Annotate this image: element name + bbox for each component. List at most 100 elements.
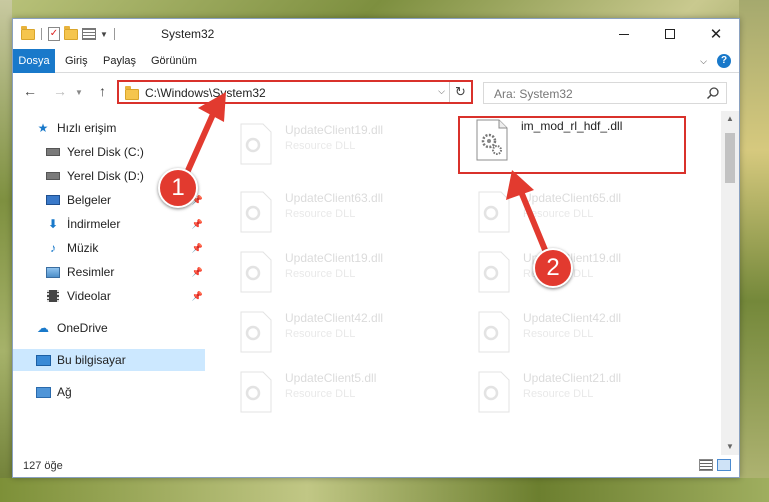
view-buttons — [699, 459, 731, 471]
window-title: System32 — [161, 27, 215, 41]
file-name: UpdateClient63.dll — [285, 191, 384, 205]
properties-check-icon[interactable]: ✓ — [48, 27, 60, 41]
sidebar-item-quick-access[interactable]: ★ Hızlı erişim — [13, 117, 205, 139]
file-item[interactable]: UpdateClient42.dll Resource DLL — [471, 307, 691, 359]
forward-arrow-icon[interactable]: → — [53, 83, 67, 99]
sidebar-item-this-pc[interactable]: Bu bilgisayar — [13, 349, 205, 371]
file-item[interactable]: UpdateClient65.dll Resource DLL — [471, 187, 691, 239]
scroll-down-icon[interactable]: ▼ — [721, 439, 739, 455]
recent-locations-chevron-down-icon[interactable]: ▼ — [75, 88, 83, 97]
pin-icon[interactable]: 📌 — [192, 291, 203, 302]
folder-icon — [21, 25, 35, 40]
help-icon[interactable]: ? — [717, 54, 731, 68]
ribbon-controls: ⌵ ? — [700, 54, 731, 68]
toolbar-separator — [41, 28, 42, 40]
file-name: UpdateClient19.dll — [285, 251, 384, 265]
videos-icon — [47, 290, 59, 302]
tab-share[interactable]: Paylaş — [95, 49, 144, 73]
documents-icon — [46, 195, 60, 205]
search-box[interactable]: Ara: System32 — [483, 82, 727, 104]
wallpaper-bottom — [0, 478, 769, 502]
file-type: Resource DLL — [523, 328, 594, 340]
pin-icon[interactable]: 📌 — [192, 219, 203, 230]
expand-ribbon-chevron-down-icon[interactable]: ⌵ — [700, 56, 707, 67]
file-item[interactable]: UpdateClient19.dll Resource DLL — [233, 247, 453, 299]
sidebar-item-label: Hızlı erişim — [57, 121, 117, 135]
sidebar-item-label: Yerel Disk (C:) — [67, 145, 144, 159]
sidebar-item-label: Müzik — [67, 241, 99, 255]
sidebar-item-music[interactable]: ♪ Müzik 📌 — [13, 237, 205, 259]
folder-icon — [125, 86, 139, 100]
dll-file-icon — [240, 251, 272, 293]
file-name: UpdateClient65.dll — [523, 191, 622, 205]
file-item[interactable]: UpdateClient19.dll Resource DLL — [233, 119, 453, 171]
minimize-button[interactable] — [601, 19, 647, 49]
refresh-icon[interactable]: ↻ — [449, 82, 471, 102]
sidebar-item-network[interactable]: Ağ — [13, 381, 205, 403]
this-pc-icon — [35, 354, 51, 366]
drive-icon-wrap — [45, 145, 61, 159]
vertical-scrollbar[interactable]: ▲ ▼ — [721, 111, 739, 455]
tab-home[interactable]: Giriş — [57, 49, 96, 73]
file-name: UpdateClient42.dll — [285, 311, 384, 325]
sidebar-item-label: OneDrive — [57, 321, 108, 335]
sidebar-item-label: Ağ — [57, 385, 72, 399]
navigation-bar: ← → ▼ ↑ C:\Windows\System32 ⌵ ↻ Ara: Sys… — [13, 77, 739, 107]
navigation-pane: ★ Hızlı erişim Yerel Disk (C:) Yerel Dis… — [13, 111, 207, 455]
file-name: UpdateClient42.dll — [523, 311, 622, 325]
maximize-icon — [665, 29, 675, 39]
maximize-button[interactable] — [647, 19, 693, 49]
sidebar-item-pictures[interactable]: Resimler 📌 — [13, 261, 205, 283]
step-1-badge: 1 — [158, 168, 198, 208]
search-input[interactable]: Ara: System32 — [494, 87, 573, 101]
file-type: Resource DLL — [285, 328, 356, 340]
close-button[interactable]: ✕ — [693, 19, 739, 49]
search-icon[interactable] — [706, 86, 720, 100]
file-item[interactable]: UpdateClient63.dll Resource DLL — [233, 187, 453, 239]
this-pc-icon-wrap — [35, 353, 51, 367]
drive-icon-wrap — [45, 169, 61, 183]
file-item[interactable]: UpdateClient21.dll Resource DLL — [471, 367, 691, 419]
file-type: Resource DLL — [285, 208, 356, 220]
tab-file[interactable]: Dosya — [13, 49, 55, 73]
address-path[interactable]: C:\Windows\System32 — [145, 86, 266, 100]
dll-file-icon — [478, 371, 510, 413]
sidebar-item-label: Bu bilgisayar — [57, 353, 126, 367]
sidebar-item-label: Videolar — [67, 289, 111, 303]
toolbar-separator — [113, 28, 115, 40]
dll-file-icon — [240, 123, 272, 165]
onedrive-icon: ☁ — [37, 321, 49, 335]
pin-icon[interactable]: 📌 — [192, 267, 203, 278]
customize-toolbar-chevron-down-icon[interactable]: ▼ — [100, 30, 108, 39]
dll-file-icon — [478, 251, 510, 293]
dll-file-icon — [240, 191, 272, 233]
tab-view[interactable]: Görünüm — [143, 49, 205, 73]
sidebar-item-onedrive[interactable]: ☁ OneDrive — [13, 317, 205, 339]
pin-icon[interactable]: 📌 — [192, 243, 203, 254]
details-view-icon[interactable] — [699, 459, 713, 471]
scroll-thumb[interactable] — [725, 133, 735, 183]
file-type: Resource DLL — [285, 388, 356, 400]
large-icons-view-icon[interactable] — [717, 459, 731, 471]
file-item[interactable]: UpdateClient5.dll Resource DLL — [233, 367, 453, 419]
address-chevron-down-icon[interactable]: ⌵ — [438, 86, 445, 97]
properties-icon[interactable] — [82, 28, 96, 40]
file-highlight-box — [458, 116, 686, 174]
sidebar-item-downloads[interactable]: ⬇ İndirmeler 📌 — [13, 213, 205, 235]
sidebar-item-label: Yerel Disk (D:) — [67, 169, 144, 183]
sidebar-item-label: Resimler — [67, 265, 115, 279]
sidebar-item-local-disk-c[interactable]: Yerel Disk (C:) — [13, 141, 205, 163]
documents-icon-wrap — [45, 193, 61, 207]
sidebar-item-videos[interactable]: Videolar 📌 — [13, 285, 205, 307]
scroll-up-icon[interactable]: ▲ — [721, 111, 739, 127]
star-icon: ★ — [37, 121, 49, 135]
file-type: Resource DLL — [285, 140, 356, 152]
dll-file-icon — [478, 191, 510, 233]
back-arrow-icon[interactable]: ← — [23, 83, 37, 99]
file-item[interactable]: UpdateClient19.dll Resource DLL — [471, 247, 691, 299]
up-arrow-icon[interactable]: ↑ — [99, 83, 106, 99]
address-bar[interactable]: C:\Windows\System32 ⌵ ↻ — [117, 80, 473, 104]
new-folder-icon[interactable] — [64, 25, 78, 40]
ribbon-tabs: Dosya Giriş Paylaş Görünüm ⌵ ? — [13, 49, 739, 73]
file-item[interactable]: UpdateClient42.dll Resource DLL — [233, 307, 453, 359]
